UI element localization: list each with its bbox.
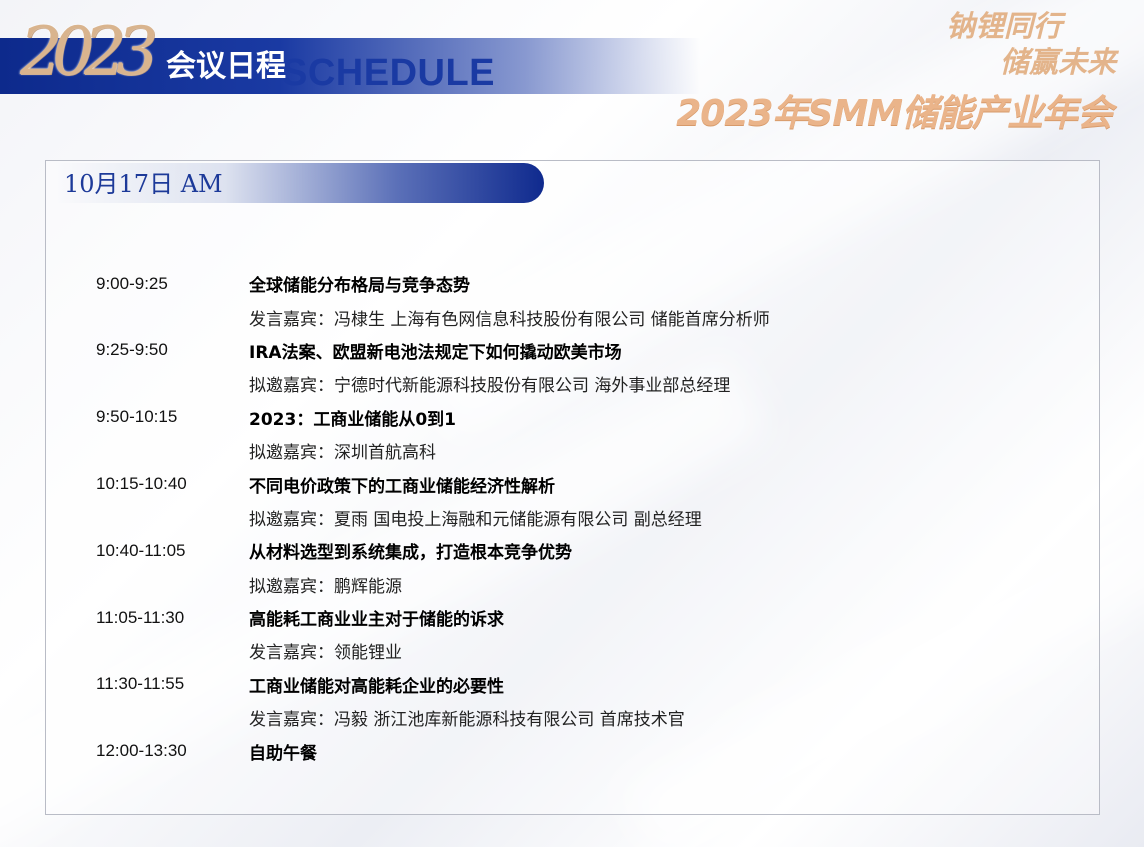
agenda-speaker: 拟邀嘉宾：夏雨 国电投上海融和元储能源有限公司 副总经理 [249, 509, 702, 530]
agenda-speaker-row: 发言嘉宾：领能锂业 [96, 634, 1056, 667]
agenda-list: 9:00-9:25 全球储能分布格局与竞争态势发言嘉宾：冯棣生 上海有色网信息科技… [96, 267, 1056, 768]
session-date: 10月17日 AM [64, 170, 223, 198]
agenda-speaker: 拟邀嘉宾：宁德时代新能源科技股份有限公司 海外事业部总经理 [249, 376, 731, 397]
agenda-topic: 2023：工商业储能从0到1 [249, 409, 456, 430]
agenda-speaker-row: 拟邀嘉宾：宁德时代新能源科技股份有限公司 海外事业部总经理 [96, 367, 1056, 400]
agenda-topic: 高能耗工商业业主对于储能的诉求 [249, 610, 504, 631]
agenda-speaker: 拟邀嘉宾：鹏辉能源 [249, 576, 402, 597]
agenda-time: 9:00-9:25 [96, 273, 168, 293]
agenda-topic: IRA法案、欧盟新电池法规定下如何撬动欧美市场 [249, 342, 622, 363]
schedule-english-title: SCHEDULE [282, 52, 496, 94]
agenda-time: 10:15-10:40 [96, 474, 187, 494]
agenda-topic: 从材料选型到系统集成，打造根本竞争优势 [249, 543, 572, 564]
agenda-topic: 不同电价政策下的工商业储能经济性解析 [249, 476, 555, 497]
agenda-item: 9:25-9:50 IRA法案、欧盟新电池法规定下如何撬动欧美市场 [96, 334, 1056, 367]
agenda-topic: 全球储能分布格局与竞争态势 [249, 276, 470, 297]
slogan-line-1: 钠锂同行 [945, 9, 1062, 43]
agenda-time: 9:25-9:50 [96, 340, 168, 360]
year-logo: 2023 [20, 13, 158, 90]
agenda-item: 10:15-10:40 不同电价政策下的工商业储能经济性解析 [96, 467, 1056, 500]
agenda-speaker: 发言嘉宾：冯毅 浙江池库新能源科技有限公司 首席技术官 [249, 710, 685, 731]
agenda-speaker-row: 发言嘉宾：冯棣生 上海有色网信息科技股份有限公司 储能首席分析师 [96, 300, 1056, 333]
agenda-speaker-row: 拟邀嘉宾：夏雨 国电投上海融和元储能源有限公司 副总经理 [96, 501, 1056, 534]
slogan-line-2: 储赢未来 [999, 45, 1116, 79]
agenda-speaker: 拟邀嘉宾：深圳首航高科 [249, 443, 436, 464]
agenda-item: 10:40-11:05 从材料选型到系统集成，打造根本竞争优势 [96, 534, 1056, 567]
agenda-item: 9:00-9:25 全球储能分布格局与竞争态势 [96, 267, 1056, 300]
agenda-speaker-row: 拟邀嘉宾：鹏辉能源 [96, 568, 1056, 601]
agenda-speaker-row: 拟邀嘉宾：深圳首航高科 [96, 434, 1056, 467]
agenda-speaker: 发言嘉宾：领能锂业 [249, 643, 402, 664]
agenda-item: 12:00-13:30 自助午餐 [96, 734, 1056, 767]
agenda-item: 11:30-11:55 工商业储能对高能耗企业的必要性 [96, 668, 1056, 701]
agenda-time: 12:00-13:30 [96, 741, 187, 761]
agenda-time: 11:30-11:55 [96, 674, 185, 694]
agenda-item: 11:05-11:30 高能耗工商业业主对于储能的诉求 [96, 601, 1056, 634]
event-title: 2023年SMM储能产业年会 [676, 93, 1113, 134]
agenda-item: 9:50-10:15 2023：工商业储能从0到1 [96, 401, 1056, 434]
agenda-time: 11:05-11:30 [96, 607, 185, 627]
agenda-topic: 自助午餐 [249, 743, 317, 764]
agenda-frame: 10月17日 AM 9:00-9:25 全球储能分布格局与竞争态势发言嘉宾：冯棣生… [45, 160, 1100, 815]
agenda-speaker: 发言嘉宾：冯棣生 上海有色网信息科技股份有限公司 储能首席分析师 [249, 309, 770, 330]
agenda-speaker-row: 发言嘉宾：冯毅 浙江池库新能源科技有限公司 首席技术官 [96, 701, 1056, 734]
agenda-time: 10:40-11:05 [96, 540, 186, 560]
agenda-time: 9:50-10:15 [96, 407, 178, 427]
agenda-topic: 工商业储能对高能耗企业的必要性 [249, 676, 504, 697]
page-title: 会议日程 [166, 49, 286, 84]
